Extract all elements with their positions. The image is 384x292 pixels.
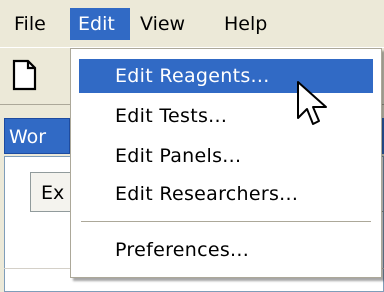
new-document-icon [12,59,37,91]
menu-file[interactable]: File [6,8,54,40]
new-document-button[interactable] [6,56,42,94]
menu-item-preferences[interactable]: Preferences... [79,233,373,267]
menu-item-edit-panels[interactable]: Edit Panels... [79,139,373,173]
menu-edit[interactable]: Edit [70,8,130,40]
menu-separator [81,221,371,222]
arrow-pointer-icon [296,80,330,130]
document-tab[interactable]: Wor [4,118,70,154]
menu-bar: File Edit View Help [0,0,384,47]
menu-view[interactable]: View [132,8,193,40]
menu-item-edit-researchers[interactable]: Edit Researchers... [79,177,373,211]
menu-help[interactable]: Help [216,8,275,40]
edit-menu-dropdown: Edit Reagents... Edit Tests... Edit Pane… [70,48,382,278]
